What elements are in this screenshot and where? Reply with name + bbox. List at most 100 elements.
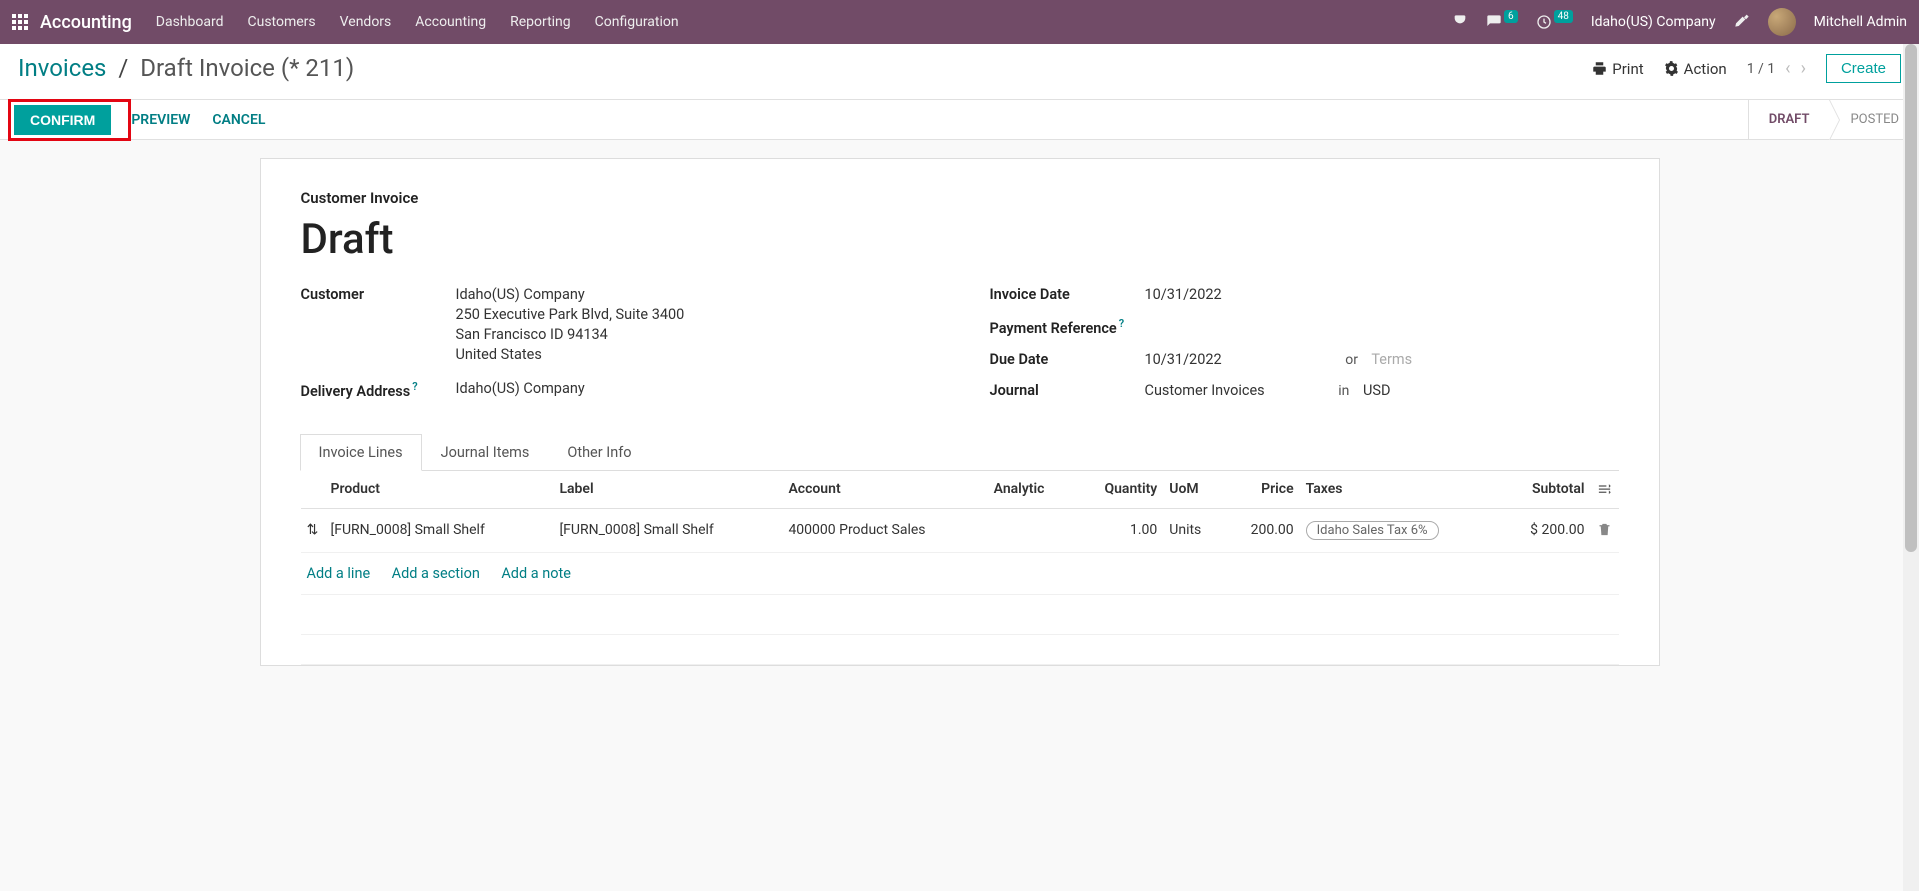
pager-next-icon[interactable]: › (1801, 58, 1806, 79)
customer-addr1: 250 Executive Park Blvd, Suite 3400 (456, 306, 930, 323)
cell-analytic[interactable] (988, 508, 1074, 552)
invoice-date-label: Invoice Date (990, 286, 1145, 303)
customer-addr2: San Francisco ID 94134 (456, 326, 930, 343)
status-arrows: DRAFT POSTED (1748, 100, 1919, 139)
currency-input[interactable]: USD (1363, 382, 1391, 399)
company-switcher[interactable]: Idaho(US) Company (1591, 14, 1716, 30)
col-product[interactable]: Product (325, 471, 554, 509)
confirm-highlight-box: CONFIRM (8, 99, 131, 141)
breadcrumb-root[interactable]: Invoices (18, 54, 106, 82)
action-dropdown[interactable]: Action (1664, 60, 1727, 78)
col-label[interactable]: Label (553, 471, 782, 509)
breadcrumb: Invoices / Draft Invoice (* 211) (18, 54, 354, 82)
scrollbar-thumb[interactable] (1905, 44, 1917, 552)
payment-ref-label: Payment Reference? (990, 317, 1145, 337)
menu-accounting[interactable]: Accounting (415, 14, 486, 30)
menu-dashboard[interactable]: Dashboard (156, 14, 224, 30)
or-label: or (1345, 352, 1358, 368)
cell-product[interactable]: [FURN_0008] Small Shelf (325, 508, 554, 552)
confirm-button[interactable]: CONFIRM (14, 105, 111, 135)
add-note-link[interactable]: Add a note (501, 565, 571, 582)
col-account[interactable]: Account (782, 471, 987, 509)
customer-name: Idaho(US) Company (456, 286, 930, 303)
status-bar: CONFIRM PREVIEW CANCEL DRAFT POSTED (0, 100, 1919, 140)
top-navbar: Accounting Dashboard Customers Vendors A… (0, 0, 1919, 44)
journal-input[interactable]: Customer Invoices (1145, 382, 1265, 399)
scrollbar[interactable] (1903, 44, 1919, 891)
cell-subtotal: $ 200.00 (1499, 508, 1590, 552)
user-menu[interactable]: Mitchell Admin (1814, 14, 1907, 30)
debug-tools-icon[interactable] (1734, 12, 1750, 32)
avatar-icon[interactable] (1768, 8, 1796, 36)
preview-button[interactable]: PREVIEW (131, 112, 190, 128)
delivery-help-icon[interactable]: ? (412, 380, 417, 393)
delivery-value[interactable]: Idaho(US) Company (456, 380, 930, 397)
menu-customers[interactable]: Customers (248, 14, 316, 30)
tab-journal-items[interactable]: Journal Items (422, 434, 549, 470)
terms-input[interactable]: Terms (1371, 351, 1412, 368)
pager: 1 / 1 ‹ › (1747, 58, 1806, 79)
messages-badge: 6 (1504, 10, 1518, 23)
print-button[interactable]: Print (1592, 60, 1643, 78)
create-button[interactable]: Create (1826, 54, 1901, 83)
journal-value: Customer Invoices in USD (1145, 382, 1619, 399)
cell-uom[interactable]: Units (1163, 508, 1224, 552)
app-brand[interactable]: Accounting (40, 12, 132, 33)
cell-quantity[interactable]: 1.00 (1074, 508, 1163, 552)
action-label: Action (1684, 60, 1727, 78)
in-label: in (1338, 383, 1349, 399)
tab-invoice-lines[interactable]: Invoice Lines (300, 434, 422, 471)
phone-icon[interactable] (1452, 14, 1468, 30)
control-actions: Print Action 1 / 1 ‹ › Create (1592, 54, 1901, 83)
menu-vendors[interactable]: Vendors (340, 14, 392, 30)
pager-text[interactable]: 1 / 1 (1747, 61, 1775, 77)
menu-reporting[interactable]: Reporting (510, 14, 571, 30)
invoice-date-value[interactable]: 10/31/2022 (1145, 286, 1619, 303)
col-subtotal[interactable]: Subtotal (1499, 471, 1590, 509)
cell-price[interactable]: 200.00 (1224, 508, 1300, 552)
messages-icon[interactable]: 6 (1486, 14, 1518, 30)
journal-label: Journal (990, 382, 1145, 399)
breadcrumb-current: Draft Invoice (* 211) (140, 54, 354, 82)
payment-ref-help-icon[interactable]: ? (1119, 317, 1124, 330)
invoice-lines-table: Product Label Account Analytic Quantity … (301, 471, 1619, 665)
columns-settings-icon[interactable] (1597, 482, 1612, 498)
menu-configuration[interactable]: Configuration (595, 14, 679, 30)
form-grid: Customer Idaho(US) Company 250 Executive… (301, 286, 1619, 414)
timer-icon[interactable]: 48 (1536, 14, 1573, 30)
customer-value[interactable]: Idaho(US) Company 250 Executive Park Blv… (456, 286, 930, 366)
col-analytic[interactable]: Analytic (988, 471, 1074, 509)
main-menu: Dashboard Customers Vendors Accounting R… (156, 14, 1452, 30)
pager-prev-icon[interactable]: ‹ (1785, 58, 1790, 79)
col-price[interactable]: Price (1224, 471, 1300, 509)
add-section-link[interactable]: Add a section (392, 565, 480, 582)
status-draft[interactable]: DRAFT (1748, 100, 1830, 139)
apps-grid-icon[interactable] (12, 14, 28, 30)
delete-row-icon[interactable] (1597, 523, 1612, 539)
due-date-input[interactable]: 10/31/2022 (1145, 351, 1222, 368)
form-col-right: Invoice Date 10/31/2022 Payment Referenc… (990, 286, 1619, 414)
tab-other-info[interactable]: Other Info (548, 434, 650, 470)
doc-type-label: Customer Invoice (301, 189, 1619, 207)
control-bar: Invoices / Draft Invoice (* 211) Print A… (0, 44, 1919, 100)
col-taxes[interactable]: Taxes (1300, 471, 1499, 509)
notebook-tabs: Invoice Lines Journal Items Other Info (300, 434, 1619, 471)
timer-badge: 48 (1554, 10, 1573, 23)
customer-label: Customer (301, 286, 456, 303)
cell-taxes[interactable]: Idaho Sales Tax 6% (1300, 508, 1499, 552)
cell-account[interactable]: 400000 Product Sales (782, 508, 987, 552)
col-uom[interactable]: UoM (1163, 471, 1224, 509)
add-line-link[interactable]: Add a line (307, 565, 371, 582)
tax-pill[interactable]: Idaho Sales Tax 6% (1306, 521, 1439, 540)
breadcrumb-separator: / (118, 54, 128, 82)
delivery-label: Delivery Address? (301, 380, 456, 400)
col-quantity[interactable]: Quantity (1074, 471, 1163, 509)
main-content: Customer Invoice Draft Customer Idaho(US… (0, 158, 1919, 666)
drag-handle-icon[interactable]: ⇅ (301, 508, 325, 552)
navbar-right: 6 48 Idaho(US) Company Mitchell Admin (1452, 8, 1907, 36)
cell-label[interactable]: [FURN_0008] Small Shelf (553, 508, 782, 552)
due-date-value: 10/31/2022 or Terms (1145, 351, 1619, 368)
due-date-label: Due Date (990, 351, 1145, 368)
cancel-button[interactable]: CANCEL (212, 112, 265, 128)
table-row[interactable]: ⇅ [FURN_0008] Small Shelf [FURN_0008] Sm… (301, 508, 1619, 552)
